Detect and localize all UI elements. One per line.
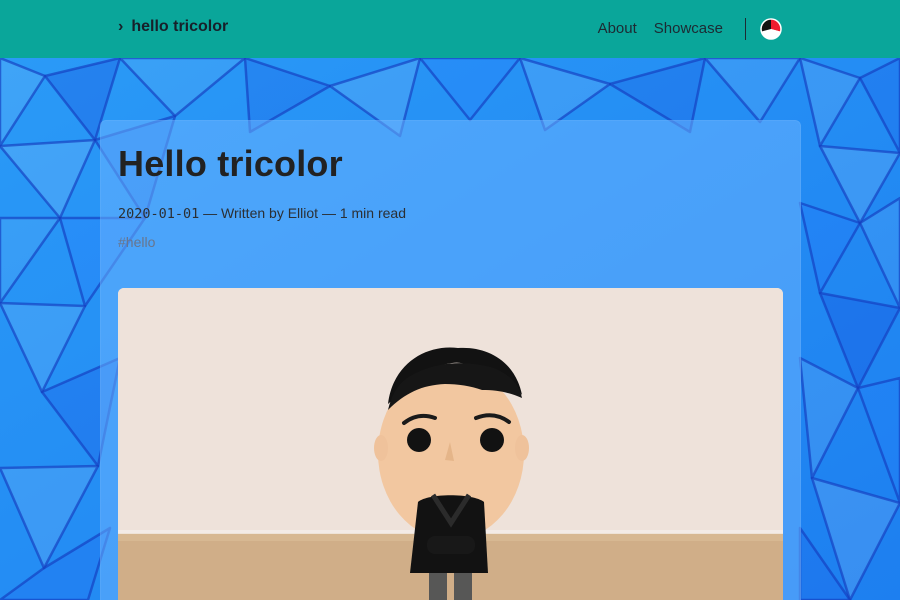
chevron-right-icon: › [118, 18, 124, 35]
nav-link-showcase[interactable]: Showcase [654, 16, 723, 42]
top-nav: About Showcase [598, 16, 782, 42]
post-meta: 2020-01-01 — Written by Elliot — 1 min r… [118, 205, 406, 222]
post-title: Hello tricolor [118, 143, 343, 184]
tricolor-icon [760, 18, 782, 40]
post-byline: — Written by Elliot — 1 min read [199, 205, 406, 221]
theme-toggle-button[interactable] [760, 18, 782, 40]
site-title: hello tricolor [131, 18, 229, 35]
post-tag[interactable]: #hello [118, 234, 155, 250]
nav-divider [745, 18, 746, 40]
post-date: 2020-01-01 [118, 206, 200, 222]
top-navigation-bar: › hello tricolor About Showcase [0, 0, 900, 58]
figurine-photo [118, 288, 783, 600]
nav-link-about[interactable]: About [598, 16, 637, 42]
site-brand-link[interactable]: › hello tricolor [118, 18, 228, 36]
post-hero-image [118, 288, 783, 600]
post-card: Hello tricolor 2020-01-01 — Written by E… [100, 120, 801, 600]
